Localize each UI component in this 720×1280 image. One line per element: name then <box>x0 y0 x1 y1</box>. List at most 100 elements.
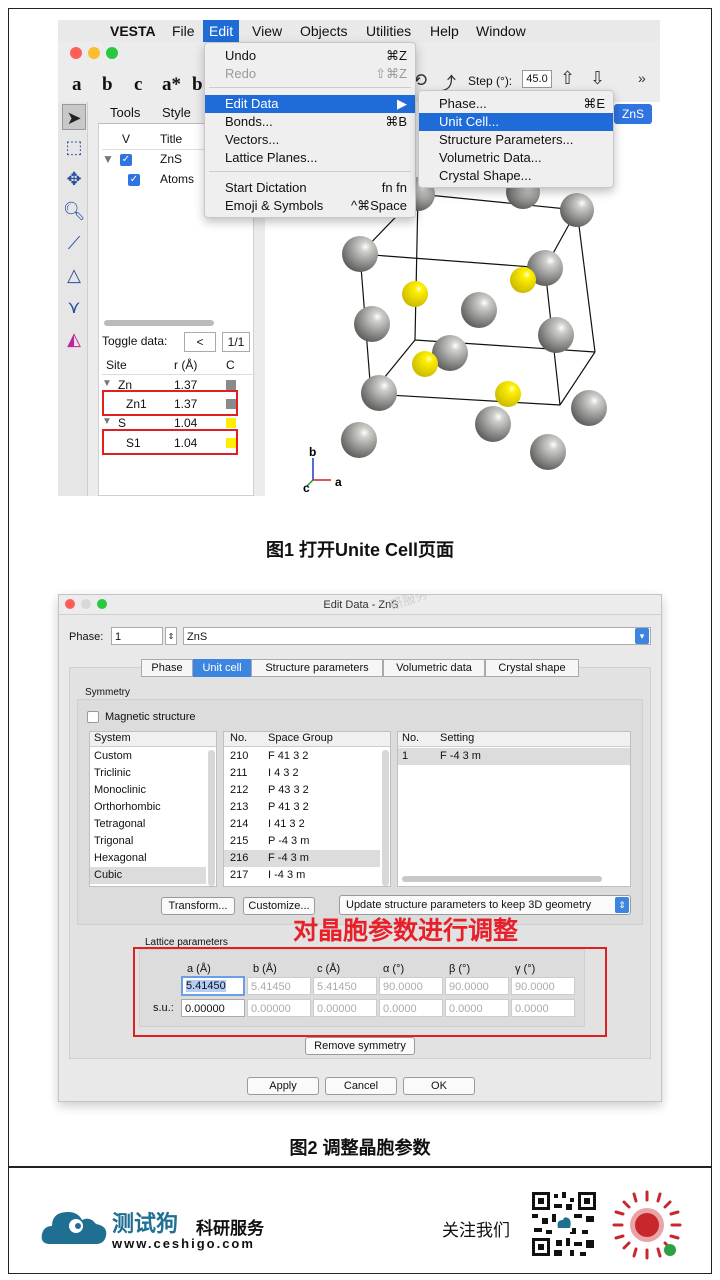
expand-arrow-icon[interactable]: ▼ <box>102 416 112 427</box>
tab-style[interactable]: Style <box>162 105 191 120</box>
zoom-dot-icon[interactable] <box>106 47 118 59</box>
tree-scrollbar[interactable] <box>104 320 214 326</box>
toggle-page-field[interactable]: 1/1 <box>222 332 250 352</box>
submenu-item-crystal-shape[interactable]: Crystal Shape... <box>419 167 613 185</box>
remove-symmetry-button[interactable]: Remove symmetry <box>305 1037 415 1055</box>
menu-objects[interactable]: Objects <box>300 23 347 39</box>
tab-structure-parameters[interactable]: Structure parameters <box>251 659 383 677</box>
menu-item-edit-data[interactable]: Edit Data ▶ <box>205 95 415 113</box>
list-item[interactable]: 210 F 41 3 2 <box>224 748 380 765</box>
zn-atom[interactable] <box>571 390 607 426</box>
zn-atom[interactable] <box>342 236 378 272</box>
setting-hscrollbar[interactable] <box>402 876 602 882</box>
menu-file[interactable]: File <box>172 23 195 39</box>
setting-list[interactable]: No. Setting 1 F -4 3 m <box>397 731 631 887</box>
close-dot-icon[interactable] <box>65 599 75 609</box>
list-item[interactable]: 1 F -4 3 m <box>398 748 630 765</box>
list-item[interactable]: Trigonal <box>90 833 206 850</box>
zn-atom[interactable] <box>341 422 377 458</box>
list-item[interactable]: Orthorhombic <box>90 799 206 816</box>
site-color-swatch[interactable] <box>226 418 236 428</box>
chevron-updown-icon[interactable]: ⇕ <box>615 897 629 913</box>
select-region-icon[interactable]: ⬚ <box>62 134 86 160</box>
zn-atom[interactable] <box>361 375 397 411</box>
system-scrollbar[interactable] <box>208 750 215 886</box>
expand-arrow-icon[interactable]: ▼ <box>102 378 112 389</box>
list-item[interactable]: Monoclinic <box>90 782 206 799</box>
menu-item-emoji-symbols[interactable]: Emoji & Symbols ^⌘Space <box>205 197 415 215</box>
view-a-button[interactable]: a <box>72 74 82 96</box>
menu-app[interactable]: VESTA <box>110 23 156 39</box>
tab-unit-cell[interactable]: Unit cell <box>193 659 251 677</box>
phase-name-field[interactable]: ZnS <box>183 627 651 645</box>
phase-zns-button[interactable]: ZnS <box>614 104 652 124</box>
tab-crystal-shape[interactable]: Crystal shape <box>485 659 579 677</box>
brand-url[interactable]: www.ceshigo.com <box>112 1236 255 1251</box>
s-atom[interactable] <box>402 281 428 307</box>
s-atom[interactable] <box>510 267 536 293</box>
translate-icon[interactable]: ✥ <box>62 166 86 192</box>
phase-number-field[interactable]: 1 <box>111 627 163 645</box>
step-input[interactable]: 45.0 <box>522 70 552 88</box>
transform-button[interactable]: Transform... <box>161 897 235 915</box>
submenu-item-volumetric-data[interactable]: Volumetric Data... <box>419 149 613 167</box>
dihedral-icon[interactable]: ⋎ <box>62 294 86 320</box>
list-item[interactable]: 217 I -4 3 m <box>224 867 380 884</box>
zn-atom[interactable] <box>354 306 390 342</box>
zn-atom[interactable] <box>538 317 574 353</box>
menu-view[interactable]: View <box>252 23 282 39</box>
menu-help[interactable]: Help <box>430 23 459 39</box>
zn-atom[interactable] <box>530 434 566 470</box>
phase-stepper-icon[interactable]: ⇕ <box>165 627 177 645</box>
magnetic-checkbox[interactable] <box>87 711 99 723</box>
list-item[interactable]: Triclinic <box>90 765 206 782</box>
magnify-icon[interactable]: 🔍︎ <box>62 198 86 224</box>
zoom-dot-icon[interactable] <box>97 599 107 609</box>
zn-atom[interactable] <box>560 193 594 227</box>
submenu-item-structure-parameters[interactable]: Structure Parameters... <box>419 131 613 149</box>
plane-icon[interactable]: ◭ <box>62 326 86 352</box>
space-group-list[interactable]: No. Space Group 210 F 41 3 2 211 I 4 3 2 212… <box>223 731 391 887</box>
view-b-button[interactable]: b <box>102 74 113 96</box>
cancel-button[interactable]: Cancel <box>325 1077 397 1095</box>
list-item[interactable]: 211 I 4 3 2 <box>224 765 380 782</box>
list-item[interactable]: 213 P 41 3 2 <box>224 799 380 816</box>
menu-utilities[interactable]: Utilities <box>366 23 411 39</box>
angle-icon[interactable]: △ <box>62 262 86 288</box>
menu-item-lattice-planes[interactable]: Lattice Planes... <box>205 149 415 167</box>
submenu-item-unit-cell[interactable]: Unit Cell... <box>419 113 613 131</box>
menu-item-start-dictation[interactable]: Start Dictation fn fn <box>205 179 415 197</box>
list-item[interactable]: Hexagonal <box>90 850 206 867</box>
submenu-item-phase[interactable]: Phase... ⌘E <box>419 95 613 113</box>
close-dot-icon[interactable] <box>70 47 82 59</box>
visible-checkbox[interactable]: ✓ <box>120 154 132 166</box>
system-list[interactable]: System Custom Triclinic Monoclinic Orthorho… <box>89 731 217 887</box>
step-up-icon[interactable]: ⇧ <box>560 68 575 89</box>
list-item[interactable]: Custom <box>90 748 206 765</box>
apply-button[interactable]: Apply <box>247 1077 319 1095</box>
ok-button[interactable]: OK <box>403 1077 475 1095</box>
minimize-dot-icon[interactable] <box>88 47 100 59</box>
list-item[interactable]: Tetragonal <box>90 816 206 833</box>
distance-icon[interactable]: ⟋ <box>62 230 86 256</box>
visible-checkbox[interactable]: ✓ <box>128 174 140 186</box>
list-item[interactable]: 212 P 43 3 2 <box>224 782 380 799</box>
view-c-button[interactable]: c <box>134 74 142 96</box>
zn-atom[interactable] <box>461 292 497 328</box>
sg-scrollbar[interactable] <box>382 750 389 886</box>
menu-item-vectors[interactable]: Vectors... <box>205 131 415 149</box>
view-b-star-button[interactable]: b <box>192 74 203 96</box>
view-a-star-button[interactable]: a* <box>162 74 181 96</box>
s-atom[interactable] <box>495 381 521 407</box>
menu-item-undo[interactable]: Undo ⌘Z <box>205 47 415 65</box>
tab-volumetric-data[interactable]: Volumetric data <box>383 659 485 677</box>
more-tools-icon[interactable]: » <box>638 70 646 86</box>
zn-atom[interactable] <box>475 406 511 442</box>
menu-item-bonds[interactable]: Bonds... ⌘B <box>205 113 415 131</box>
list-item[interactable]: Cubic <box>90 867 206 884</box>
s-atom[interactable] <box>412 351 438 377</box>
list-item[interactable]: 215 P -4 3 m <box>224 833 380 850</box>
step-down-icon[interactable]: ⇩ <box>590 68 605 89</box>
select-arrow-icon[interactable]: ➤ <box>62 104 86 130</box>
chevron-down-icon[interactable]: ▾ <box>635 628 649 644</box>
